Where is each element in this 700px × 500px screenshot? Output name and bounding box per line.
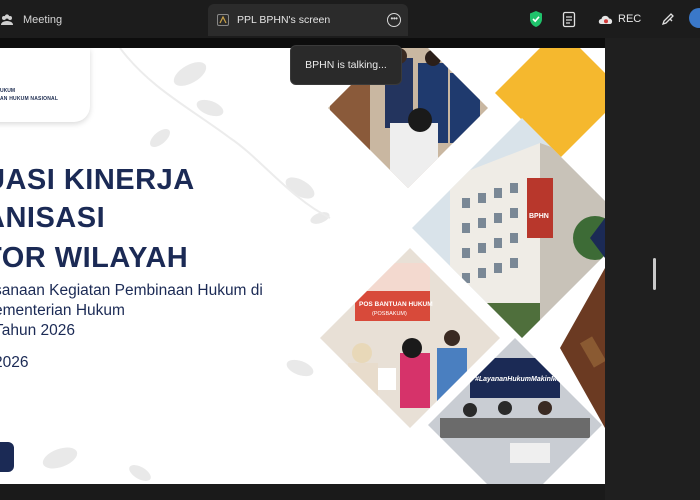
photo-collage: BPHN POS BANTUAN HUKUM (POSBAKUM) #Layan…	[320, 48, 605, 484]
people-icon	[0, 13, 14, 27]
active-speaker-tooltip: BPHN is talking...	[290, 45, 402, 85]
pos-title-text: POS BANTUAN HUKUM	[359, 301, 433, 308]
hashtag-text: #LayananHukumMakinMudah	[475, 376, 573, 383]
screen-share-icon	[217, 14, 229, 26]
meeting-toolbar: Meeting PPL BPHN's screen ••• REC	[0, 0, 700, 38]
presentation-slide: UKUM AN HUKUM NASIONAL UASI KINERJA ANIS…	[0, 48, 605, 484]
screen-share-tab[interactable]: PPL BPHN's screen •••	[208, 4, 408, 36]
pane-resize-handle[interactable]	[653, 258, 656, 290]
building-sign-text: BPHN	[529, 213, 549, 220]
pos-sub-text: (POSBAKUM)	[372, 311, 407, 317]
shield-icon[interactable]	[528, 9, 544, 29]
tab-title: PPL BPHN's screen	[237, 14, 331, 26]
cloud-record-icon	[598, 15, 613, 24]
rec-label: REC	[618, 13, 642, 25]
record-button[interactable]: REC	[597, 9, 641, 29]
more-options-icon[interactable]: •••	[387, 13, 401, 27]
meeting-label: Meeting	[23, 14, 63, 26]
pen-icon[interactable]	[660, 9, 676, 29]
bottom-bar	[0, 484, 605, 500]
avatar[interactable]	[688, 8, 700, 28]
notes-icon[interactable]	[562, 9, 577, 29]
meeting-indicator[interactable]: Meeting	[0, 10, 62, 30]
